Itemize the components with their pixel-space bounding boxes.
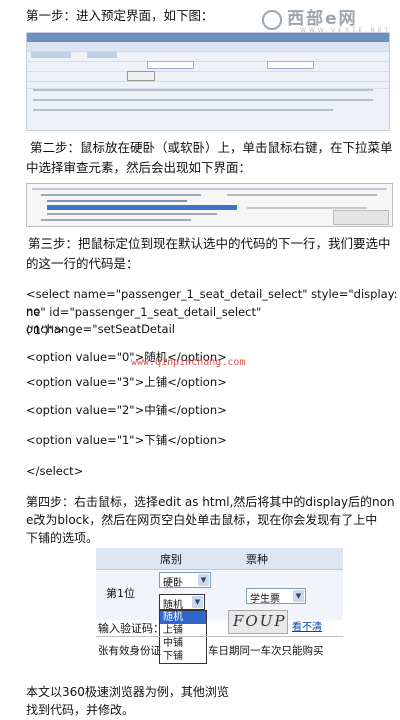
step1-text: 第一步：进入预定界面，如下图： <box>26 8 214 23</box>
berth-options-list: 随机 上铺 中铺 下铺 <box>159 610 207 664</box>
screenshot-booking-form <box>26 32 390 131</box>
screenshot-devtools <box>26 183 393 227</box>
chevron-down-icon: ▼ <box>198 574 209 586</box>
code-line2: ne" id="passenger_1_seat_detail_select" … <box>26 305 262 336</box>
logo-icon <box>262 9 282 30</box>
passenger-label: 第1位 <box>106 587 135 600</box>
step3-line2: 的这一行的代码是： <box>26 256 139 271</box>
chevron-down-icon: ▼ <box>293 590 304 602</box>
code-option2: <option value="2">中铺</option> <box>26 403 227 417</box>
watermark-mid: www.qinpinchang.com <box>131 357 246 368</box>
option-middle[interactable]: 中铺 <box>160 637 206 650</box>
captcha-label: 输入验证码： <box>98 622 164 635</box>
watermark-text: 西部e网 <box>287 9 358 29</box>
step2-line1: 第二步：鼠标放在硬卧（或软卧）上，单击鼠标右键，在下拉菜单 <box>30 140 393 155</box>
step2-line2: 中选择审查元素，然后会出现如下界面： <box>26 160 252 175</box>
notice-text-2: 车日期同一车次只能购买 <box>208 645 324 657</box>
notice-text: 张有效身份证 <box>98 645 161 657</box>
watermark-logo: 西部e网 <box>262 4 358 30</box>
col-seat-class: 席别 <box>160 553 182 566</box>
footer-line2: 找到代码，并修改。 <box>26 703 135 717</box>
col-ticket-type: 票种 <box>246 553 268 566</box>
footer-line1: 本文以360极速浏览器为例，其他浏览 <box>26 685 229 699</box>
code-option1: <option value="1">下铺</option> <box>26 433 227 447</box>
refresh-captcha-link[interactable]: 看不清 <box>292 618 322 633</box>
screenshot-berth-options: 席别 票种 第1位 硬卧 ▼ 学生票 ▼ 随机 ▼ 随机 上铺 中铺 下铺 输入… <box>96 548 343 670</box>
option-random[interactable]: 随机 <box>160 611 206 624</box>
code-line3: ('1')"> <box>26 323 64 337</box>
code-option3: <option value="3">上铺</option> <box>26 375 227 389</box>
code-close: </select> <box>26 464 84 478</box>
berth-select[interactable]: 随机 ▼ <box>159 594 205 611</box>
option-lower[interactable]: 下铺 <box>160 650 206 663</box>
step3-line1: 第三步：把鼠标定位到现在默认选中的代码的下一行，我们要选中 <box>28 236 391 251</box>
chevron-down-icon: ▼ <box>192 596 203 608</box>
captcha-image: FOUP <box>228 610 288 634</box>
seat-class-select[interactable]: 硬卧 ▼ <box>159 572 211 589</box>
step4-line1: 第四步：右击鼠标，选择edit as html,然后将其中的display后的n… <box>26 495 395 509</box>
step4-line2: e改为block，然后在网页空白处单击鼠标，现在你会发现有了上中 <box>26 513 378 527</box>
step4-line3: 下铺的选项。 <box>26 531 99 545</box>
ticket-type-select[interactable]: 学生票 ▼ <box>246 588 306 605</box>
